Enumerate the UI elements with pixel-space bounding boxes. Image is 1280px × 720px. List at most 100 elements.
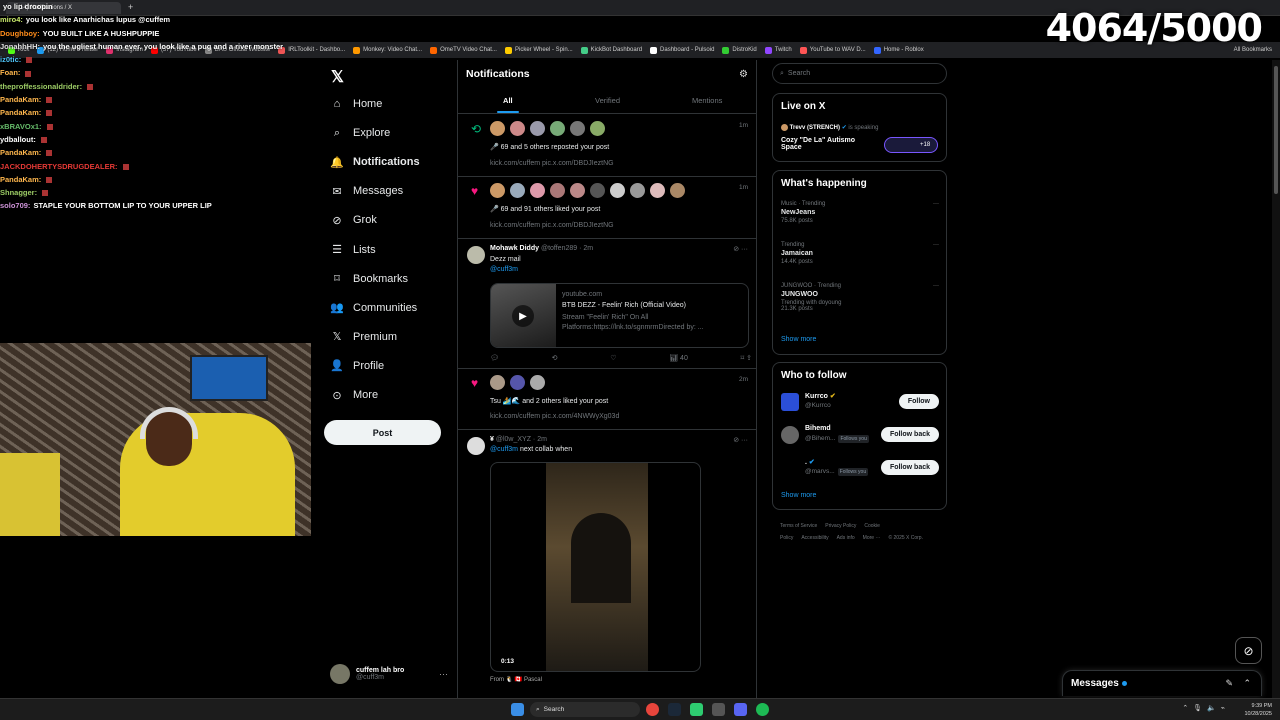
like-icon[interactable]: ♡ (610, 354, 616, 362)
post-options[interactable]: ⊘ ··· (733, 245, 748, 253)
tab-mentions[interactable]: Mentions (657, 90, 757, 113)
post-button[interactable]: Post (324, 420, 441, 445)
reply-icon[interactable]: 💬︎ (490, 354, 499, 362)
sidebar-item-messages[interactable]: ✉ Messages (330, 183, 403, 199)
mention-link[interactable]: @cuff3m (490, 446, 518, 453)
author-name[interactable]: ¥ (490, 436, 494, 443)
follow-suggestion[interactable]: Bihemd @Bihem... Follows you Follow back (781, 424, 939, 446)
post-item[interactable]: Mohawk Diddy @toffen289 · 2m ⊘ ··· Dezz … (458, 239, 757, 369)
follow-suggestion[interactable]: . ✔ @marvs... Follows you Follow back (781, 457, 939, 479)
avatar[interactable] (467, 437, 485, 455)
sidebar-item-home[interactable]: ⌂ Home (330, 96, 383, 112)
show-more-link[interactable]: Show more (781, 492, 816, 499)
avatar[interactable] (781, 459, 799, 477)
search-input[interactable]: ⌕ Search (772, 63, 947, 84)
author-handle: @toffen289 · 2m (540, 245, 594, 252)
bookmark-item[interactable]: YouTube to WAV D... (799, 46, 866, 54)
x-logo-icon[interactable]: 𝕏 (331, 67, 344, 87)
footer-link[interactable]: More ··· (863, 535, 881, 541)
sidebar-item-notifications[interactable]: 🔔 Notifications (330, 154, 419, 170)
trend-item[interactable]: JUNGWOO · Trending JUNGWOO Trending with… (781, 283, 939, 312)
post-link[interactable]: kick.com/cuffem pic.x.com/4NWWyXg03d (490, 413, 619, 420)
link-card[interactable]: ▶ youtube.com BTB DEZZ - Feelin' Rich (O… (490, 283, 749, 348)
footer-link[interactable]: © 2025 X Corp. (888, 535, 923, 541)
spotify-icon[interactable] (756, 703, 769, 716)
tab-all[interactable]: All (458, 90, 558, 113)
grok-icon[interactable]: ⊘ (1235, 637, 1262, 664)
expand-icon[interactable]: ⌃ (1243, 678, 1251, 689)
sidebar-item-bookmarks[interactable]: ⌑ Bookmarks (330, 271, 408, 287)
sidebar-item-explore[interactable]: ⌕ Explore (330, 125, 390, 141)
system-tray[interactable]: ⌃🎙🔈⌁ (1182, 704, 1230, 712)
more-dots-icon[interactable]: ··· (933, 283, 939, 289)
bookmark-item[interactable]: Dashboard - Pulsoid (650, 46, 714, 54)
bookmark-item[interactable]: KickBot Dashboard (580, 46, 642, 54)
sidebar-item-profile[interactable]: 👤 Profile (330, 358, 384, 374)
play-icon[interactable]: ▶ (512, 305, 534, 327)
taskbar-search[interactable]: ⌕ Search (530, 702, 640, 717)
bookmark-item[interactable]: Home - Roblox (873, 46, 924, 54)
views-count[interactable]: 📊︎ 40 (669, 354, 688, 362)
bookmark-item[interactable]: Picker Wheel - Spin... (504, 46, 573, 54)
notification-item[interactable]: ♥ 1m 🎤 69 and 91 others liked your post … (458, 177, 757, 239)
post-link[interactable]: kick.com/cuffem pic.x.com/DBDJIeztNG (490, 160, 614, 167)
trend-item[interactable]: Music · Trending NewJeans 75.8K posts ··… (781, 201, 939, 224)
sidebar-item-more[interactable]: ⊙ More (330, 387, 378, 403)
source-attribution[interactable]: From 🐧 🇨🇦 Pascal (490, 676, 542, 683)
footer-link[interactable]: Privacy Policy (825, 523, 856, 529)
scrollbar-thumb[interactable] (1274, 66, 1278, 194)
more-dots-icon[interactable]: ··· (933, 242, 939, 248)
show-more-link[interactable]: Show more (781, 336, 816, 343)
camera-icon[interactable] (712, 703, 725, 716)
steam-icon[interactable] (668, 703, 681, 716)
post-link[interactable]: kick.com/cuffem pic.x.com/DBDJIeztNG (490, 222, 614, 229)
app-icon[interactable] (690, 703, 703, 716)
avatar[interactable] (781, 393, 799, 411)
more-dots-icon[interactable]: ··· (439, 669, 448, 679)
post-options[interactable]: ⊘ ··· (733, 436, 748, 444)
sidebar-item-premium[interactable]: 𝕏 Premium (330, 329, 397, 345)
tab-verified[interactable]: Verified (558, 90, 658, 113)
mention-link[interactable]: @cuff3m (490, 266, 518, 273)
more-dots-icon[interactable]: ··· (933, 201, 939, 207)
bookmark-item[interactable]: OmeTV Video Chat... (430, 46, 497, 54)
post-item[interactable]: ¥ @l0w_XYZ · 2m ⊘ ··· @cuff3m next colla… (458, 430, 757, 700)
sidebar-item-grok[interactable]: ⊘ Grok (330, 212, 376, 228)
footer-link[interactable]: Accessibility (801, 535, 828, 541)
windows-start-icon[interactable] (511, 703, 524, 716)
gear-icon[interactable]: ⚙ (739, 69, 748, 80)
messages-drawer[interactable]: Messages ✎ ⌃ (1062, 670, 1262, 696)
bookmark-item[interactable]: DistroKid (722, 46, 757, 54)
follow-back-button[interactable]: Follow back (880, 460, 939, 475)
footer-link[interactable]: Terms of Service (780, 523, 817, 529)
footer-link[interactable]: Ads info (837, 535, 855, 541)
clock[interactable]: 9:39 PM 10/28/2025 (1244, 702, 1272, 718)
bookmark-item[interactable]: Monkey: Video Chat... (353, 46, 422, 54)
bookmark-item[interactable]: Twitch (764, 46, 792, 54)
chat-message: theproffessionaldrider: (0, 80, 300, 93)
repost-icon[interactable]: ⟲ (552, 354, 558, 362)
discord-icon[interactable] (734, 703, 747, 716)
live-host-row[interactable]: Trevv (STRENCH) ✔ is speaking (781, 124, 878, 131)
notification-item[interactable]: ♥ 2m Tsu 🏄🌊 and 2 others liked your post… (458, 369, 757, 430)
trend-item[interactable]: Trending Jamaican 14.4K posts ··· (781, 242, 939, 265)
follow-button[interactable]: Follow (898, 394, 939, 409)
follow-back-button[interactable]: Follow back (880, 427, 939, 442)
emote-icon (25, 70, 32, 77)
chat-message: ydballout: (0, 133, 300, 146)
follow-suggestion[interactable]: Kurrco ✔ @Kurrco Follow (781, 391, 939, 413)
sidebar-item-communities[interactable]: 👥 Communities (330, 300, 417, 316)
space-listeners[interactable]: +18 (884, 137, 938, 153)
avatar[interactable] (467, 246, 485, 264)
sidebar-item-lists[interactable]: ☰ Lists (330, 242, 376, 258)
space-title[interactable]: Cozy "De La" Autismo Space (781, 137, 869, 151)
video-player[interactable]: 0:13 (490, 462, 701, 672)
avatar[interactable] (781, 426, 799, 444)
compose-message-icon[interactable]: ✎ (1225, 678, 1233, 689)
author-name[interactable]: Mohawk Diddy (490, 245, 539, 252)
notification-item[interactable]: ⟲ 1m 🎤 69 and 5 others reposted your pos… (458, 115, 757, 177)
account-switcher[interactable]: cuffem lah bro @cuff3m ··· (330, 662, 448, 686)
bookmark-share-icons[interactable]: ⌑ ⇪ (741, 354, 752, 362)
chrome-icon[interactable] (646, 703, 659, 716)
scrollbar[interactable] (1272, 60, 1280, 700)
